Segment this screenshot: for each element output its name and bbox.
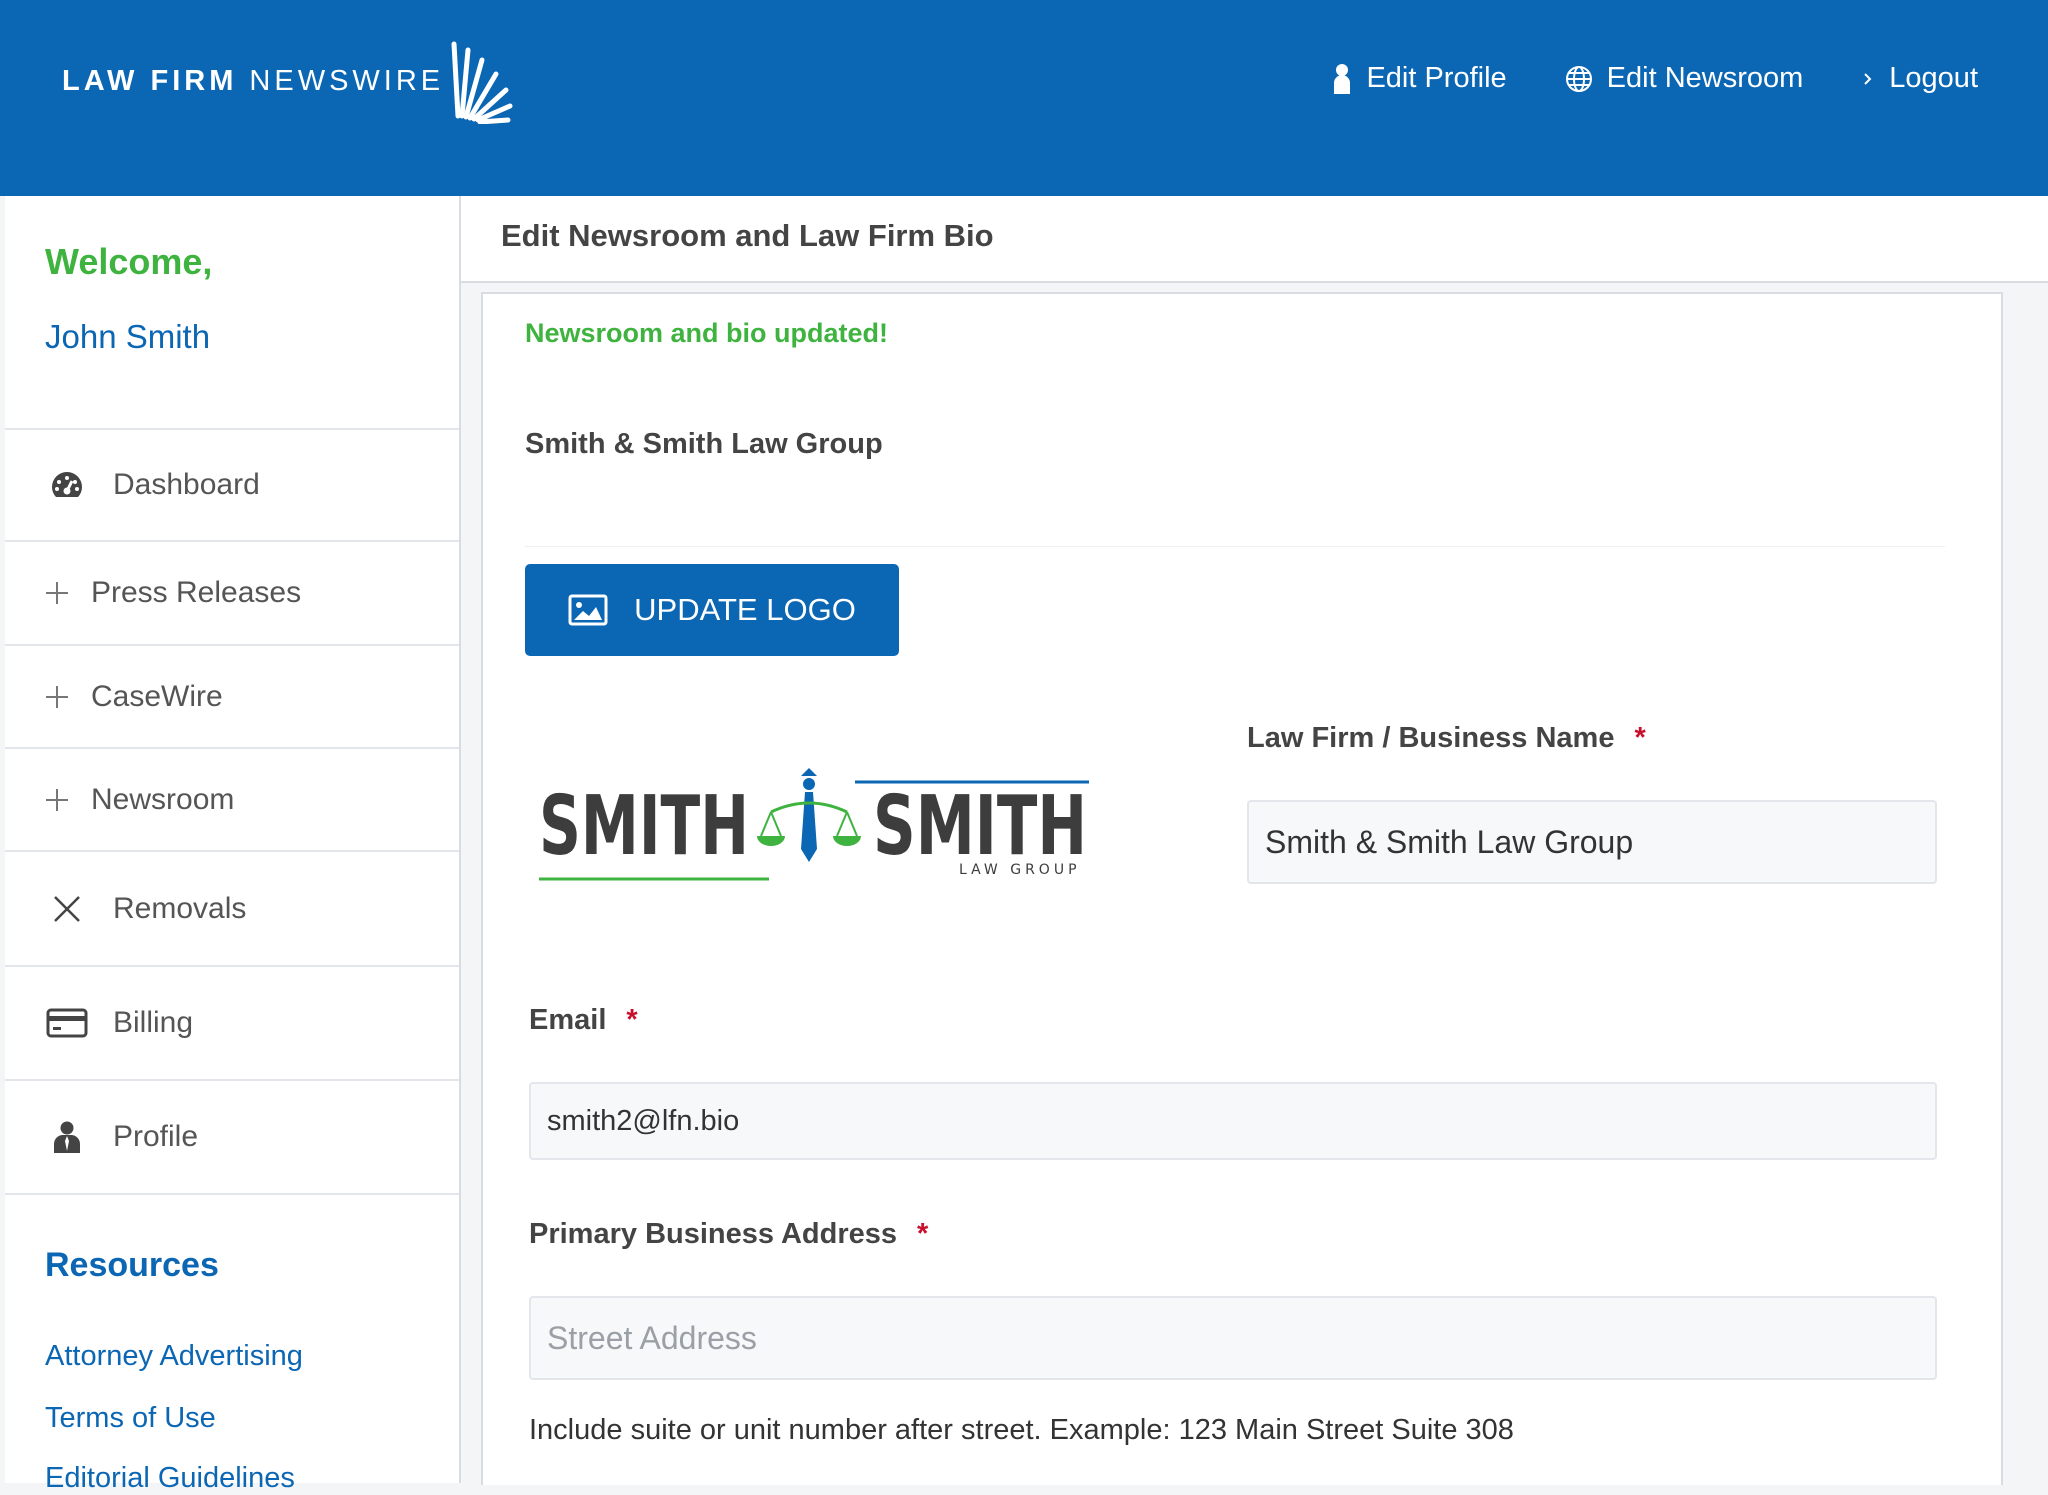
user-name-link[interactable]: John Smith: [45, 318, 210, 356]
sidebar-item-dashboard[interactable]: Dashboard: [5, 428, 459, 540]
success-message: Newsroom and bio updated!: [525, 318, 889, 348]
update-logo-label: UPDATE LOGO: [634, 592, 856, 627]
update-logo-button[interactable]: UPDATE LOGO: [525, 564, 899, 656]
business-name-input[interactable]: [1247, 800, 1937, 884]
required-marker: *: [626, 1004, 638, 1036]
sidebar-item-casewire[interactable]: CaseWire: [5, 644, 459, 747]
street-address-input[interactable]: [529, 1296, 1937, 1380]
email-label: Email *: [529, 1004, 638, 1036]
chevron-right-icon: [1864, 72, 1872, 85]
credit-card-icon: [45, 1008, 89, 1038]
page-title: Edit Newsroom and Law Firm Bio: [501, 218, 994, 253]
address-label: Primary Business Address *: [529, 1218, 929, 1250]
edit-newsroom-label: Edit Newsroom: [1606, 62, 1804, 94]
logout-link[interactable]: Logout: [1861, 62, 1978, 95]
dashboard-icon: [45, 470, 89, 500]
logo-subtitle: LAW GROUP: [959, 862, 1081, 878]
plus-icon: [45, 685, 69, 709]
brand-name-bold: LAW FIRM: [62, 64, 238, 97]
sidebar-item-label: Profile: [113, 1120, 199, 1153]
sidebar-item-label: Dashboard: [113, 468, 260, 501]
required-marker: *: [1634, 722, 1646, 754]
sidebar-item-label: CaseWire: [91, 679, 223, 713]
attorney-advertising-link[interactable]: Attorney Advertising: [45, 1340, 303, 1373]
top-header: LAW FIRM NEWSWIRE Edit Profile Edit News…: [0, 0, 2048, 196]
logout-label: Logout: [1889, 62, 1978, 94]
edit-profile-link[interactable]: Edit Profile: [1332, 62, 1507, 95]
user-icon: [45, 1121, 89, 1153]
logo-right-word: SMITH: [873, 779, 1087, 874]
welcome-text: Welcome,: [45, 241, 213, 282]
firm-logo-image: SMITH SMITH LAW GROUP: [539, 768, 1089, 881]
site-logo[interactable]: LAW FIRM NEWSWIRE: [62, 36, 514, 126]
newswire-burst-icon: [451, 41, 513, 124]
sidebar-menu: Dashboard Press Releases CaseWire Newsro…: [5, 428, 459, 1195]
image-icon: [568, 594, 608, 626]
sidebar: Welcome, John Smith Dashboard Press Rele…: [5, 196, 461, 1494]
edit-newsroom-card: Newsroom and bio updated! Smith & Smith …: [481, 292, 2003, 1485]
business-name-label: Law Firm / Business Name *: [1247, 722, 1646, 754]
email-input[interactable]: [529, 1082, 1937, 1160]
edit-profile-label: Edit Profile: [1366, 62, 1507, 94]
sidebar-item-label: Newsroom: [91, 782, 235, 816]
user-icon: [1334, 63, 1351, 94]
firm-heading: Smith & Smith Law Group: [525, 428, 883, 460]
header-nav: Edit Profile Edit Newsroom Logout: [1332, 62, 1978, 95]
sidebar-item-removals[interactable]: Removals: [5, 850, 459, 965]
logo-left-word: SMITH: [539, 779, 749, 874]
sidebar-item-newsroom[interactable]: Newsroom: [5, 747, 459, 850]
sidebar-item-profile[interactable]: Profile: [5, 1079, 459, 1195]
resources-heading: Resources: [45, 1246, 219, 1284]
page-header: Edit Newsroom and Law Firm Bio: [461, 196, 2048, 283]
terms-of-use-link[interactable]: Terms of Use: [45, 1402, 216, 1435]
globe-icon: [1565, 65, 1592, 92]
editorial-guidelines-link[interactable]: Editorial Guidelines: [45, 1462, 295, 1495]
brand-name-light: NEWSWIRE: [249, 64, 445, 97]
edit-newsroom-link[interactable]: Edit Newsroom: [1565, 62, 1804, 95]
close-icon: [45, 894, 89, 924]
scales-of-justice-icon: [757, 768, 861, 862]
sidebar-item-label: Billing: [113, 1006, 194, 1039]
sidebar-item-billing[interactable]: Billing: [5, 965, 459, 1079]
required-marker: *: [917, 1218, 929, 1250]
sidebar-item-label: Press Releases: [91, 576, 302, 609]
sidebar-item-press-releases[interactable]: Press Releases: [5, 540, 459, 644]
divider: [525, 546, 1945, 547]
plus-icon: [45, 788, 69, 812]
plus-icon: [45, 581, 69, 605]
sidebar-item-label: Removals: [113, 891, 247, 925]
address-help-text: Include suite or unit number after stree…: [529, 1414, 1514, 1446]
